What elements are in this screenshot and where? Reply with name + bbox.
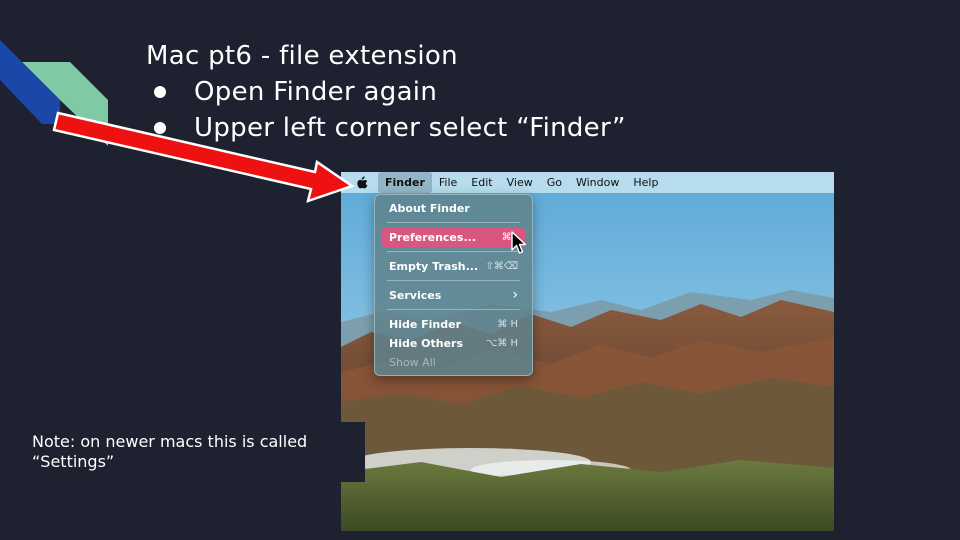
menu-item-shortcut: ⌘ H xyxy=(497,319,518,330)
menu-item-label: Preferences... xyxy=(389,231,476,244)
bullet-list: Open Finder again Upper left corner sele… xyxy=(150,74,626,146)
menu-separator xyxy=(387,222,520,223)
bullet-text: Upper left corner select “Finder” xyxy=(194,113,626,143)
menu-item-about-finder[interactable]: About Finder xyxy=(381,199,526,218)
menu-separator xyxy=(387,280,520,281)
bullet-item: Upper left corner select “Finder” xyxy=(150,110,626,146)
finder-menu-dropdown: About Finder Preferences... ⌘ , Empty Tr… xyxy=(374,194,533,376)
corner-decoration xyxy=(0,40,108,146)
menu-edit[interactable]: Edit xyxy=(464,172,499,193)
menu-item-label: Empty Trash... xyxy=(389,260,479,273)
menu-window[interactable]: Window xyxy=(569,172,626,193)
mac-menubar: Finder File Edit View Go Window Help xyxy=(341,172,834,193)
menu-file[interactable]: File xyxy=(432,172,464,193)
menu-item-label: Services xyxy=(389,289,442,302)
menu-separator xyxy=(387,309,520,310)
mouse-pointer-icon xyxy=(511,231,527,254)
menu-help[interactable]: Help xyxy=(626,172,665,193)
bullet-dot-icon xyxy=(154,122,166,134)
menu-item-hide-others[interactable]: Hide Others ⌥⌘ H xyxy=(381,334,526,353)
menu-finder[interactable]: Finder xyxy=(378,172,432,193)
menu-item-services[interactable]: Services › xyxy=(381,286,526,305)
menu-separator xyxy=(387,251,520,252)
menu-item-shortcut: ⇧⌘⌫ xyxy=(485,261,518,272)
menu-go[interactable]: Go xyxy=(540,172,569,193)
menu-item-empty-trash[interactable]: Empty Trash... ⇧⌘⌫ xyxy=(381,257,526,276)
menu-item-hide-finder[interactable]: Hide Finder ⌘ H xyxy=(381,315,526,334)
bullet-text: Open Finder again xyxy=(194,77,438,107)
menu-item-preferences[interactable]: Preferences... ⌘ , xyxy=(381,228,526,247)
menu-view[interactable]: View xyxy=(500,172,540,193)
menu-item-label: Hide Finder xyxy=(389,318,462,331)
bullet-item: Open Finder again xyxy=(150,74,626,110)
slide: Mac pt6 - file extension Open Finder aga… xyxy=(0,0,960,540)
mac-screenshot: Finder File Edit View Go Window Help Abo… xyxy=(341,172,834,531)
menu-item-shortcut: ⌥⌘ H xyxy=(485,338,518,349)
screenshot-cutout xyxy=(341,422,365,482)
apple-logo-icon[interactable] xyxy=(341,176,378,189)
slide-title: Mac pt6 - file extension xyxy=(146,41,458,71)
chevron-right-icon: › xyxy=(512,287,518,303)
menu-item-label: Hide Others xyxy=(389,337,464,350)
menu-item-label: About Finder xyxy=(389,202,470,215)
bullet-dot-icon xyxy=(154,86,166,98)
menu-item-show-all: Show All xyxy=(381,353,526,372)
menu-item-label: Show All xyxy=(389,356,436,369)
slide-note: Note: on newer macs this is called “Sett… xyxy=(32,432,308,471)
